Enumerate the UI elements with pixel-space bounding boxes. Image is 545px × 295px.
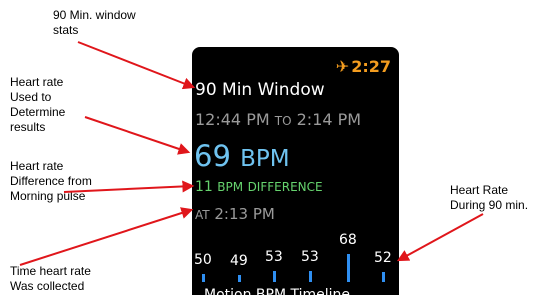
arrow-heart-rate-during <box>396 213 484 262</box>
arrow-heart-rate-difference <box>63 180 195 193</box>
arrow-heart-rate-used <box>84 116 191 155</box>
annotation-arrows <box>19 41 484 266</box>
arrow-time-collected <box>19 207 194 266</box>
arrow-window-stats <box>77 41 196 90</box>
